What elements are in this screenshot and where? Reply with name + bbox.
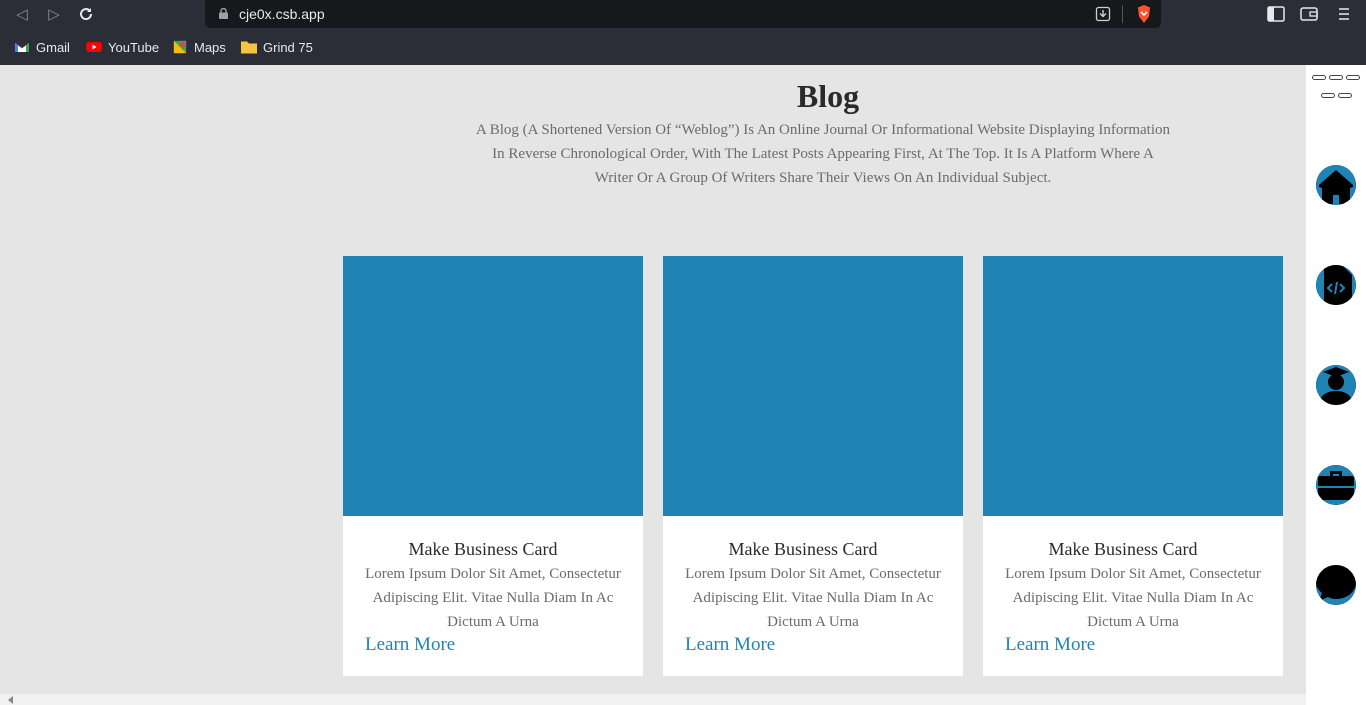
blog-card: Make Business Card Lorem Ipsum Dolor Sit… <box>983 256 1283 676</box>
learn-more-link[interactable]: Learn More <box>1005 634 1095 656</box>
bookmark-label: YouTube <box>108 39 160 55</box>
blog-card: Make Business Card Lorem Ipsum Dolor Sit… <box>343 256 643 676</box>
code-file-icon[interactable] <box>1316 265 1356 305</box>
learn-more-link[interactable]: Learn More <box>365 634 455 656</box>
bookmark-youtube[interactable]: YouTube <box>86 38 159 56</box>
bookmarks-bar: Gmail YouTube Maps Grind 75 <box>0 28 1366 65</box>
side-nav <box>1306 65 1366 705</box>
briefcase-icon[interactable] <box>1316 465 1356 505</box>
card-title: Make Business Card <box>728 539 878 559</box>
toolbar-separator <box>1122 5 1123 23</box>
user-graduate-icon[interactable] <box>1316 365 1356 405</box>
menu-pill <box>1346 75 1360 80</box>
browser-toolbar: ◁ ▷ cje0x.csb.app <box>0 0 1366 28</box>
bookmark-maps[interactable]: Maps <box>172 38 226 56</box>
back-arrow-icon[interactable]: ◁ <box>11 4 33 24</box>
folder-icon <box>241 41 257 54</box>
address-bar[interactable]: cje0x.csb.app <box>205 0 1161 28</box>
gmail-icon <box>15 43 29 52</box>
bookmark-gmail[interactable]: Gmail <box>14 38 70 56</box>
card-text: Lorem Ipsum Dolor Sit Amet, Consectetur … <box>685 566 941 630</box>
scroll-left-arrow-icon[interactable] <box>8 696 13 704</box>
menu-pill <box>1312 75 1326 80</box>
card-text: Lorem Ipsum Dolor Sit Amet, Consectetur … <box>1005 566 1261 630</box>
bookmark-label: Grind 75 <box>263 39 313 55</box>
forward-arrow-icon[interactable]: ▷ <box>43 4 65 24</box>
brave-shield-icon[interactable] <box>1135 4 1153 24</box>
blog-title: Blog <box>796 78 860 114</box>
horizontal-scrollbar[interactable] <box>0 694 1306 705</box>
card-title: Make Business Card <box>1048 539 1198 559</box>
download-icon[interactable] <box>1095 6 1111 22</box>
menu-pill <box>1338 93 1352 98</box>
blog-description: A Blog (A Shortened Version Of “Weblog”)… <box>476 122 1170 186</box>
menu-pill <box>1321 93 1335 98</box>
page-content: Blog A Blog (A Shortened Version Of “Web… <box>0 65 1306 705</box>
card-image <box>663 256 963 516</box>
menu-icon[interactable] <box>1335 6 1353 22</box>
blog-card: Make Business Card Lorem Ipsum Dolor Sit… <box>663 256 963 676</box>
learn-more-link[interactable]: Learn More <box>685 634 775 656</box>
youtube-icon <box>86 42 102 52</box>
maps-icon <box>173 40 187 54</box>
reload-icon[interactable] <box>75 4 97 24</box>
url-text: cje0x.csb.app <box>239 6 325 22</box>
home-icon[interactable] <box>1316 165 1356 205</box>
card-image <box>343 256 643 516</box>
bookmark-label: Gmail <box>36 39 70 55</box>
sidebar-toggle-icon[interactable] <box>1267 6 1285 22</box>
card-title: Make Business Card <box>408 539 558 559</box>
menu-toggle[interactable] <box>1312 75 1362 103</box>
chat-bubble-icon[interactable] <box>1316 565 1356 605</box>
lock-icon <box>219 8 228 19</box>
menu-pill <box>1329 75 1343 80</box>
card-image <box>983 256 1283 516</box>
bookmark-grind75[interactable]: Grind 75 <box>241 38 313 56</box>
wallet-icon[interactable] <box>1300 6 1318 22</box>
card-text: Lorem Ipsum Dolor Sit Amet, Consectetur … <box>365 566 621 630</box>
bookmark-label: Maps <box>194 39 226 55</box>
